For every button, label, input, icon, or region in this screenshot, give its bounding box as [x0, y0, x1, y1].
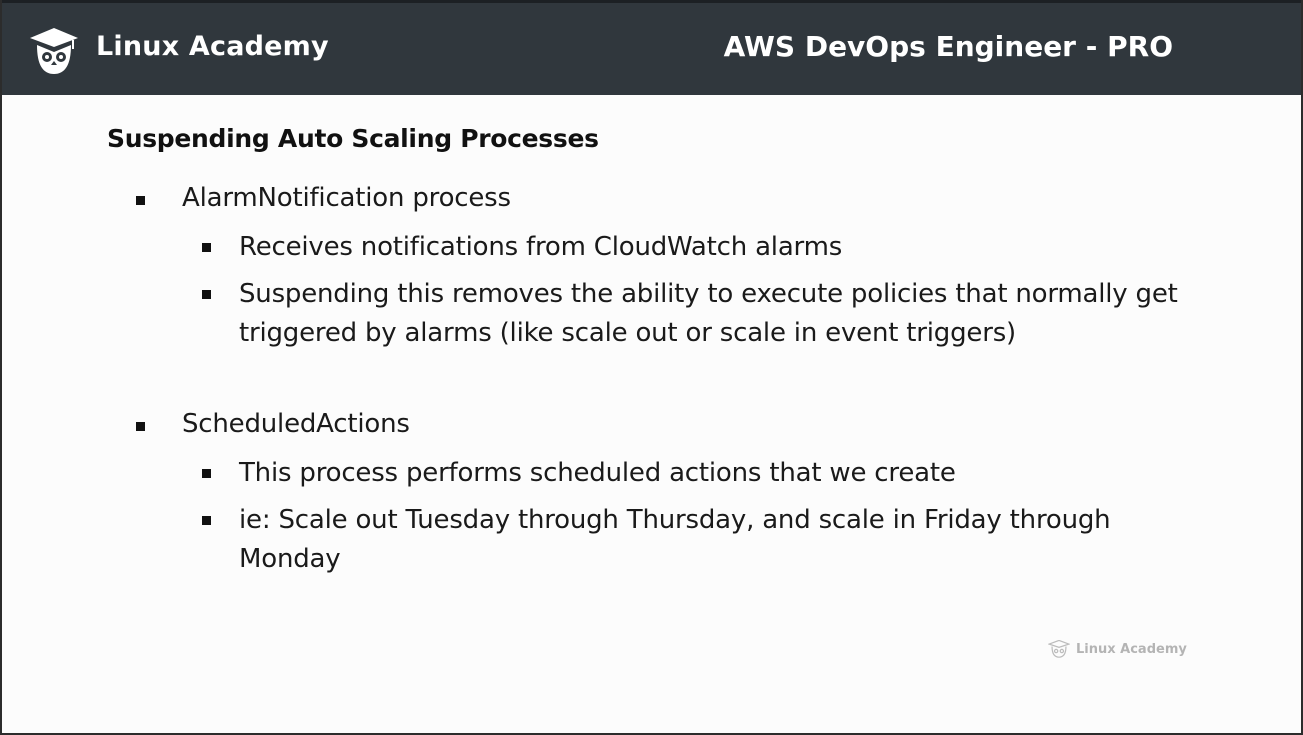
section-label: ScheduledActions [182, 409, 410, 439]
slide-title: Suspending Auto Scaling Processes [107, 124, 599, 153]
slide-frame: Linux Academy AWS DevOps Engineer - PRO … [0, 0, 1303, 735]
bullet-marker [202, 516, 211, 525]
bullet-marker [202, 290, 211, 299]
bullet-marker [202, 469, 211, 478]
header-bar: Linux Academy AWS DevOps Engineer - PRO [2, 0, 1301, 95]
bullet-marker [202, 243, 211, 252]
list-item: This process performs scheduled actions … [239, 458, 956, 488]
list-item: Suspending this removes the ability to e… [239, 279, 1178, 348]
bullet-marker [136, 422, 145, 431]
course-title: AWS DevOps Engineer - PRO [723, 30, 1173, 63]
list-item: ie: Scale out Tuesday through Thursday, … [239, 505, 1111, 574]
brand-name: Linux Academy [96, 31, 329, 62]
owl-watermark-icon [1048, 640, 1070, 658]
owl-logo-icon [30, 28, 78, 74]
bullet-marker [136, 196, 145, 205]
section-label: AlarmNotification process [182, 183, 511, 213]
list-item: Receives notifications from CloudWatch a… [239, 232, 843, 262]
watermark-text: Linux Academy [1076, 641, 1187, 657]
slide-content: Suspending Auto Scaling Processes AlarmN… [2, 95, 1301, 735]
watermark: Linux Academy [1048, 640, 1187, 658]
